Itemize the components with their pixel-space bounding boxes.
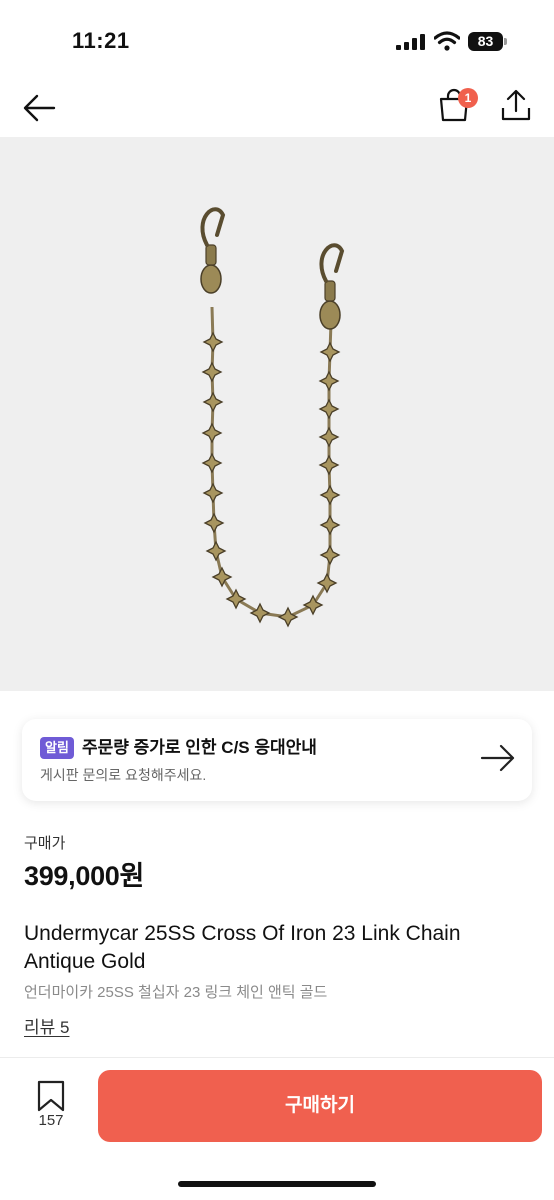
battery-level: 83 (468, 32, 503, 51)
price-value: 399,000원 (24, 861, 145, 891)
bottom-divider (0, 1057, 554, 1058)
cart-badge: 1 (458, 88, 478, 108)
share-icon[interactable] (496, 86, 536, 126)
price-label: 구매가 (24, 835, 66, 852)
status-time: 11:21 (72, 28, 130, 53)
product-subtitle: 언더마이카 25SS 철십자 23 링크 체인 앤틱 골드 (24, 984, 328, 1001)
status-bar: 11:21 83 (0, 0, 554, 80)
back-arrow-icon[interactable] (20, 88, 60, 128)
review-link[interactable]: 리뷰 5 (24, 1013, 69, 1038)
product-title: Undermycar 25SS Cross Of Iron 23 Link Ch… (24, 922, 461, 973)
buy-button[interactable]: 구매하기 (98, 1070, 542, 1142)
chain-illustration (200, 207, 345, 628)
wifi-icon (434, 31, 460, 51)
cellular-signal-icon (396, 34, 425, 50)
notice-tag: 알림 (40, 737, 74, 759)
wish-count: 157 (38, 1112, 64, 1129)
notice-title: 주문량 증가로 인한 C/S 응대안내 (82, 738, 317, 757)
home-indicator (178, 1181, 376, 1187)
notice-subtitle: 게시판 문의로 요청해주세요. (40, 767, 207, 783)
battery-icon: 83 (468, 32, 508, 51)
notice-card[interactable]: 알림 주문량 증가로 인한 C/S 응대안내 게시판 문의로 요청해주세요. (22, 719, 532, 801)
arrow-right-icon[interactable] (480, 743, 516, 773)
product-image[interactable] (0, 137, 554, 691)
